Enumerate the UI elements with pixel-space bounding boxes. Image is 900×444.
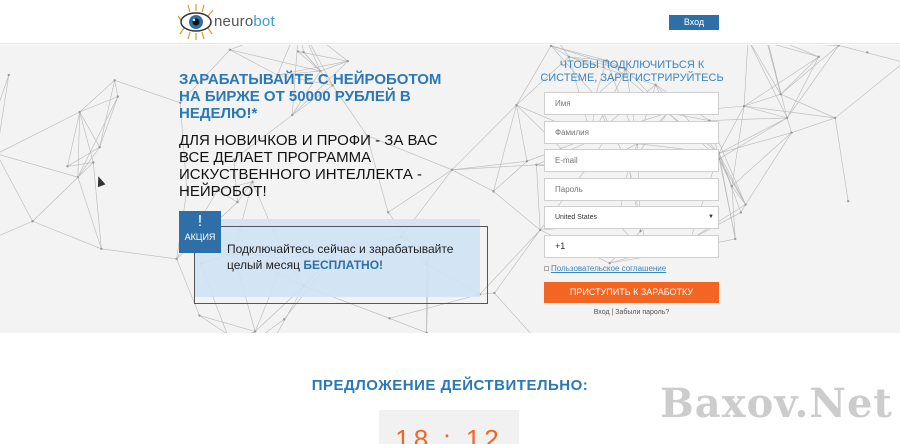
hero-section: ЗАРАБАТЫВАЙТЕ С НЕЙРОБОТОМ НА БИРЖЕ ОТ 5…	[0, 45, 900, 333]
email-field[interactable]	[544, 149, 719, 172]
site-header: neurobot Вход	[0, 0, 900, 44]
logo-suffix: bot	[253, 13, 275, 30]
select-arrow-icon: ▼	[708, 214, 714, 220]
form-title: ЧТОБЫ ПОДКЛЮЧИТЬСЯ К СИСТЕМЕ, ЗАРЕГИСТРИ…	[540, 59, 724, 84]
country-select-value: United States	[555, 214, 598, 221]
country-select[interactable]: United States ▼	[544, 206, 719, 229]
phone-field[interactable]: +1	[544, 235, 719, 258]
promo-badge: ! АКЦИЯ	[179, 211, 221, 253]
name-field[interactable]	[544, 92, 719, 115]
logo-prefix: neuro	[214, 13, 254, 30]
hero-headline: ЗАРАБАТЫВАЙТЕ С НЕЙРОБОТОМ НА БИРЖЕ ОТ 5…	[179, 71, 442, 122]
login-link[interactable]: Вход	[594, 309, 610, 316]
password-field[interactable]	[544, 178, 719, 201]
promo-badge-label: АКЦИЯ	[184, 232, 216, 242]
countdown-timer: 18 : 12	[395, 424, 503, 444]
hero-subhead: ДЛЯ НОВИЧКОВ И ПРОФИ - ЗА ВАС ВСЕ ДЕЛАЕТ…	[179, 132, 438, 200]
forgot-password-link[interactable]: Забыли пароль?	[615, 309, 669, 316]
form-bottom-links: Вход | Забыли пароль?	[544, 309, 719, 316]
watermark: Baxov.Net	[660, 380, 893, 427]
promo-text-free: БЕСПЛАТНО!	[303, 258, 384, 272]
logo-wordmark[interactable]: neurobot	[214, 13, 275, 30]
eye-logo-icon[interactable]	[178, 4, 214, 40]
agreement-link[interactable]: Пользовательское соглашение	[551, 264, 666, 273]
agreement-checkbox[interactable]	[544, 266, 549, 272]
promo-text: Подключайтесь сейчас и зарабатывайте цел…	[227, 241, 477, 273]
agreement-row: Пользовательское соглашение	[544, 264, 666, 273]
surname-field[interactable]	[544, 121, 719, 144]
phone-field-value: +1	[555, 241, 566, 251]
login-button[interactable]: Вход	[669, 15, 719, 30]
submit-button[interactable]: ПРИСТУПИТЬ К ЗАРАБОТКУ	[544, 282, 719, 303]
exclamation-icon: !	[197, 213, 203, 230]
